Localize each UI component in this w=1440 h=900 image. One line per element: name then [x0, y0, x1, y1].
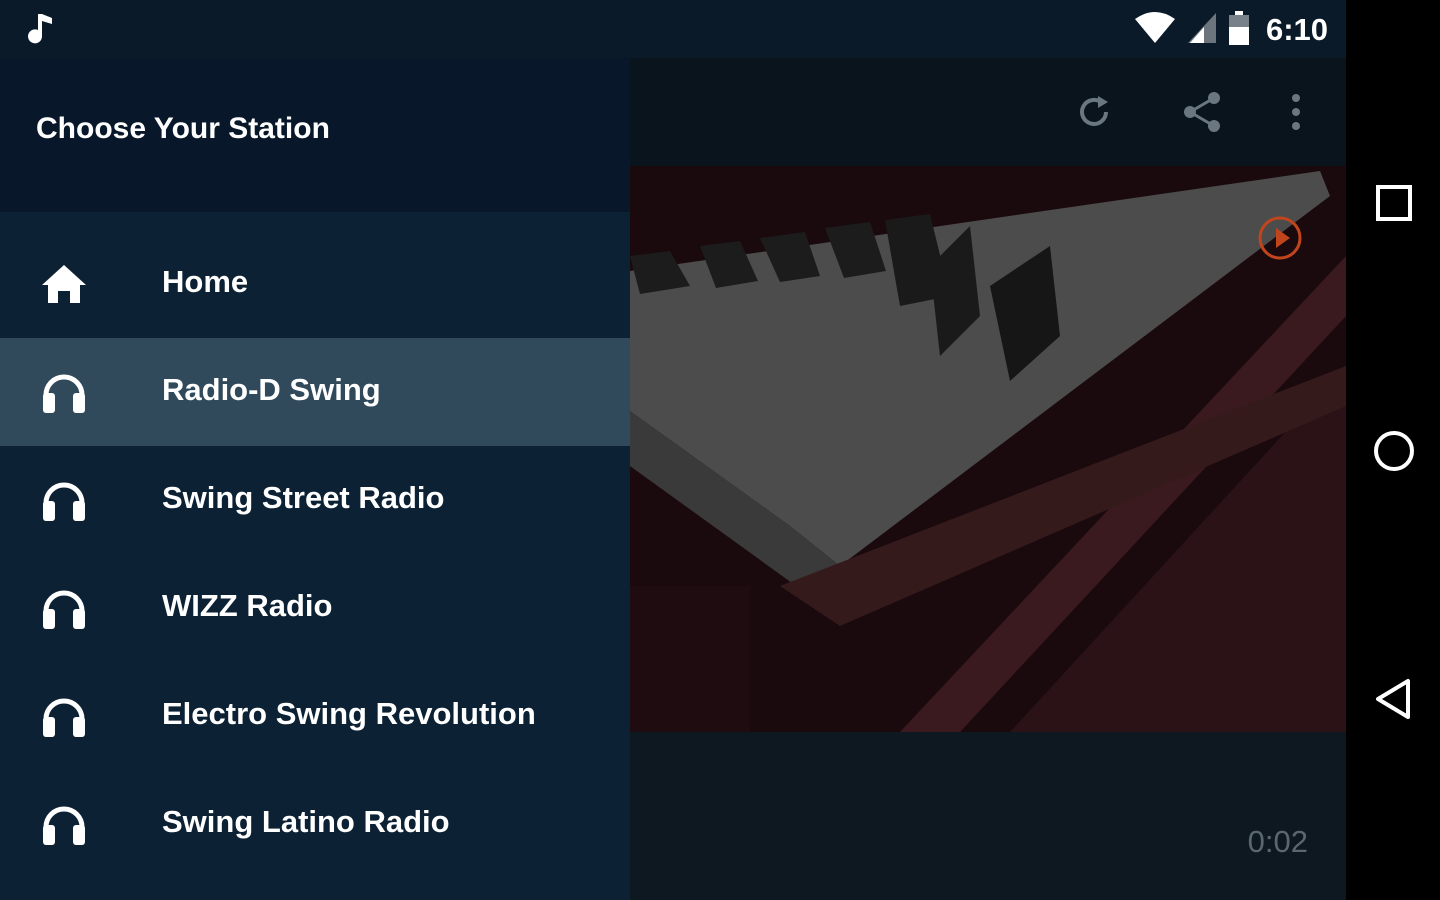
more-vert-icon[interactable] [1272, 88, 1320, 136]
drawer-item-electro-swing-revolution[interactable]: Electro Swing Revolution [0, 662, 630, 770]
refresh-icon[interactable] [1070, 88, 1118, 136]
drawer-item-label: Radio-D Swing [162, 372, 381, 407]
navigation-drawer: Choose Your Station Home Radio-D Swing S… [0, 58, 630, 900]
drawer-item-swing-latino-radio[interactable]: Swing Latino Radio [0, 770, 630, 878]
play-icon[interactable] [1256, 214, 1304, 262]
system-nav-bar [1346, 0, 1440, 900]
home-icon [38, 258, 90, 310]
drawer-item-label: Home [162, 264, 249, 299]
drawer-item-wizz-radio[interactable]: WIZZ Radio [0, 554, 630, 662]
station-list: Home Radio-D Swing Swing Street Radio WI… [0, 230, 630, 878]
drawer-item-label: Electro Swing Revolution [162, 696, 536, 731]
back-icon[interactable] [1371, 676, 1417, 722]
elapsed-time: 0:02 [1247, 824, 1308, 859]
music-note-icon [28, 12, 58, 48]
recents-icon[interactable] [1371, 180, 1417, 226]
player-area: 0:02 [630, 58, 1346, 900]
status-time: 6:10 [1265, 12, 1328, 47]
drawer-item-radio-d-swing[interactable]: Radio-D Swing [0, 338, 630, 446]
app-toolbar [630, 58, 1346, 166]
status-bar: 6:10 [0, 0, 1346, 58]
home-circle-icon[interactable] [1371, 428, 1417, 474]
drawer-item-label: Swing Latino Radio [162, 804, 450, 839]
headphones-icon [38, 798, 90, 850]
status-indicators: 6:10 [1134, 10, 1328, 50]
headphones-icon [38, 474, 90, 526]
headphones-icon [38, 690, 90, 742]
drawer-title: Choose Your Station [36, 112, 330, 145]
battery-icon [1228, 10, 1250, 50]
station-artwork [630, 166, 1346, 732]
drawer-item-home[interactable]: Home [0, 230, 630, 338]
share-icon[interactable] [1178, 88, 1226, 136]
headphones-icon [38, 366, 90, 418]
player-controls-panel: 0:02 [630, 732, 1346, 900]
headphones-icon [38, 582, 90, 634]
drawer-item-label: WIZZ Radio [162, 588, 333, 623]
drawer-item-label: Swing Street Radio [162, 480, 445, 515]
drawer-header: Choose Your Station [0, 58, 630, 212]
drawer-item-swing-street-radio[interactable]: Swing Street Radio [0, 446, 630, 554]
wifi-icon [1134, 11, 1176, 50]
cell-signal-icon [1186, 11, 1218, 50]
